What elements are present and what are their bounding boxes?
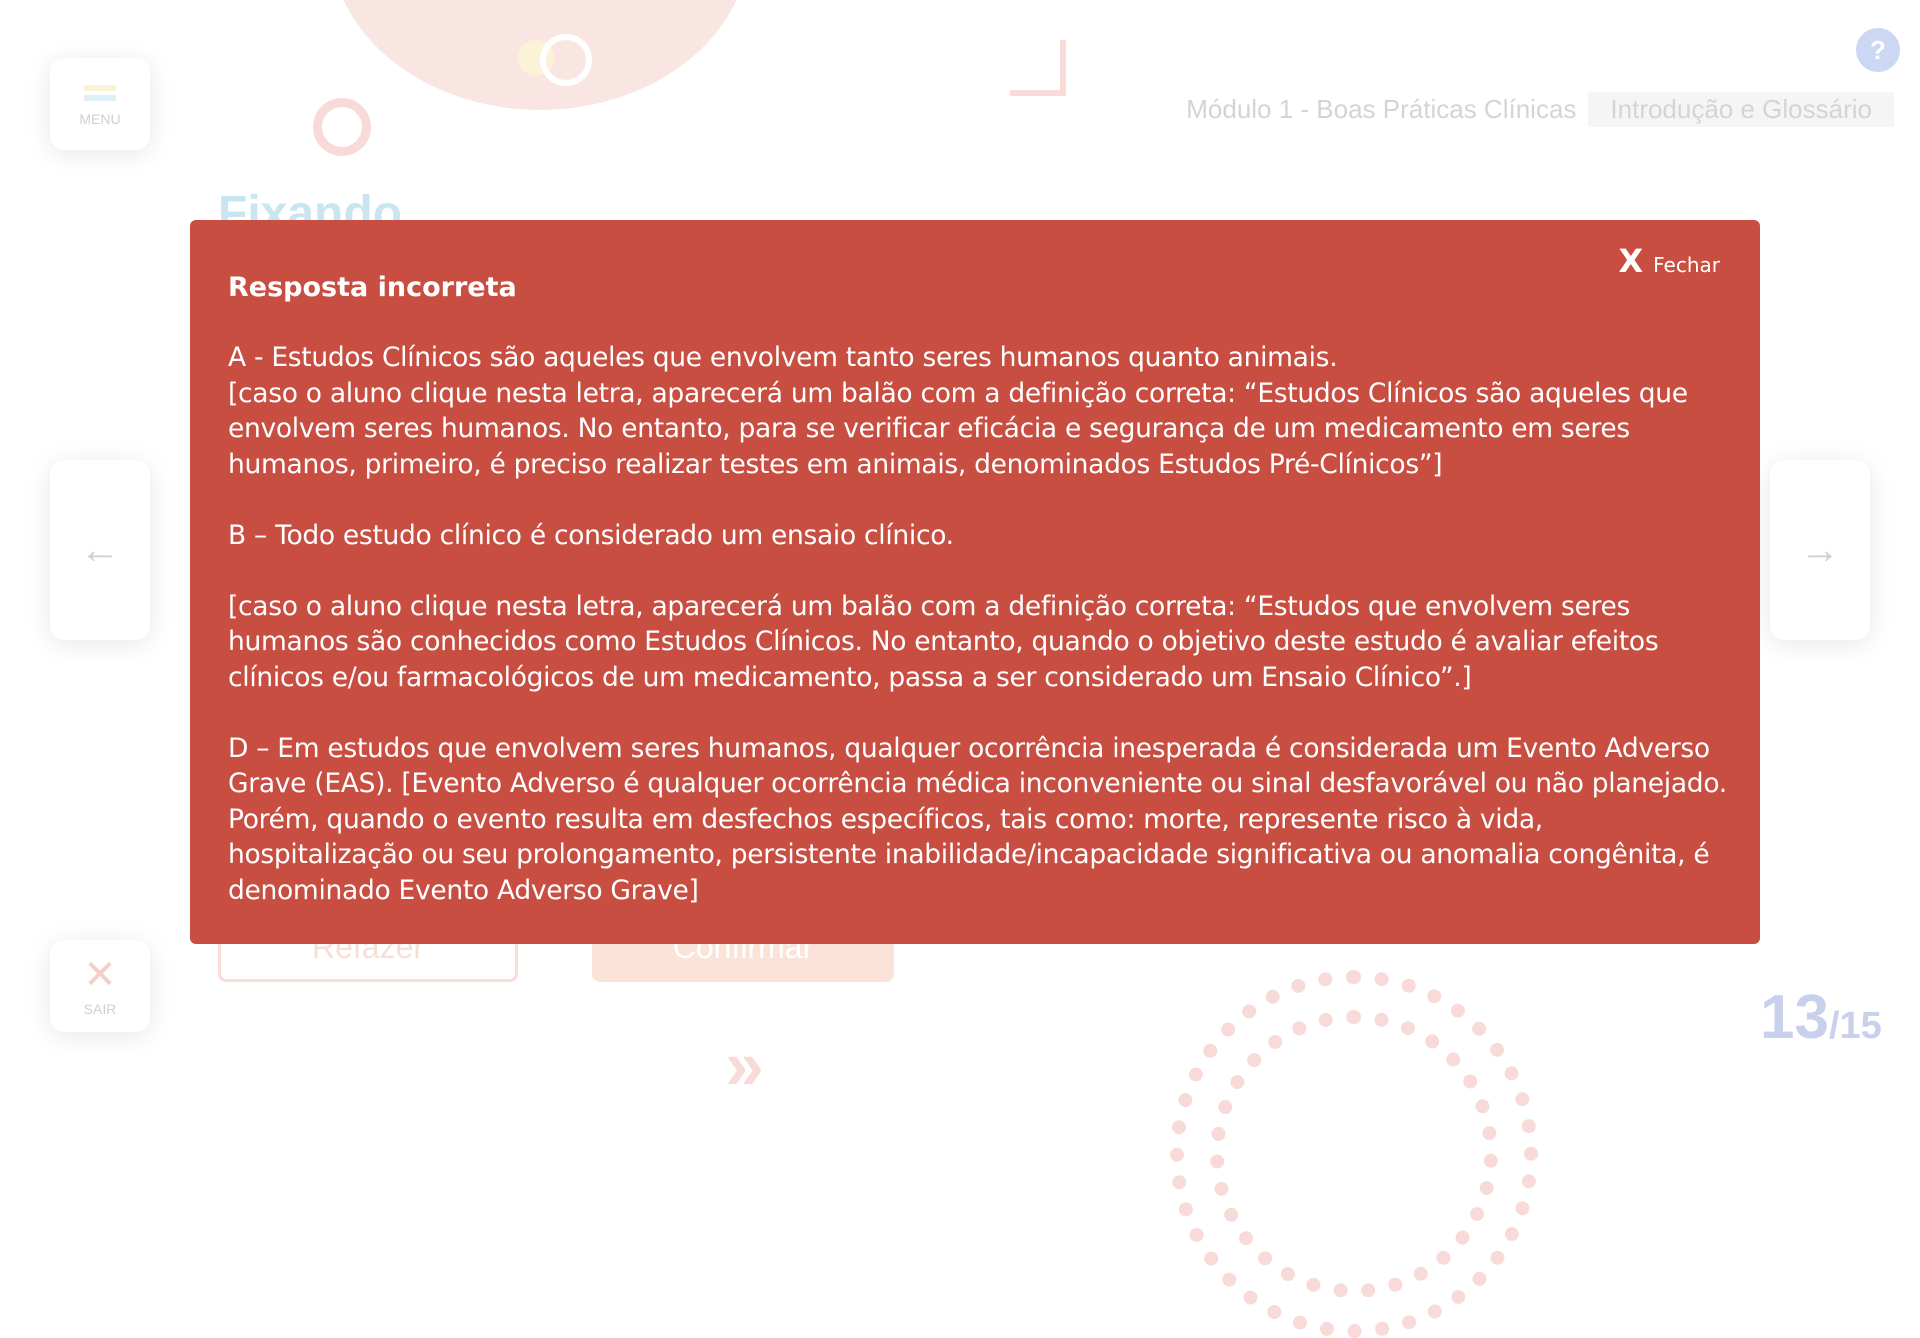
- breadcrumb: Módulo 1 - Boas Práticas Clínicas Introd…: [1186, 92, 1894, 127]
- arrow-right-icon: →: [1800, 527, 1840, 572]
- decorative-dotted-arc-inner: [1210, 1010, 1498, 1298]
- page-total: /15: [1828, 1005, 1882, 1047]
- menu-button[interactable]: MENU: [50, 58, 150, 150]
- page-current: 13: [1760, 983, 1829, 1052]
- close-icon: ✕: [83, 953, 117, 997]
- help-button[interactable]: ?: [1856, 28, 1900, 72]
- exit-label: SAIR: [83, 1001, 117, 1017]
- option-a: A - Estudos Clínicos são aqueles que env…: [228, 342, 1338, 374]
- exit-button[interactable]: ✕ SAIR: [50, 940, 150, 1032]
- modal-title: Resposta incorreta: [228, 272, 517, 303]
- option-b: B – Todo estudo clínico é considerado um…: [228, 519, 954, 551]
- option-d: D – Em estudos que envolvem seres humano…: [228, 732, 1727, 906]
- decorative-corner: [1010, 40, 1066, 96]
- decorative-ring-small: [313, 98, 371, 156]
- breadcrumb-module: Módulo 1 - Boas Práticas Clínicas: [1186, 94, 1577, 124]
- option-b-feedback: [caso o aluno clique nesta letra, aparec…: [228, 590, 1659, 693]
- menu-label: MENU: [79, 111, 121, 127]
- close-icon: X: [1618, 242, 1644, 280]
- prev-page-button[interactable]: ←: [50, 460, 150, 640]
- close-button[interactable]: X Fechar: [1618, 242, 1720, 280]
- option-a-feedback: [caso o aluno clique nesta letra, aparec…: [228, 377, 1688, 480]
- breadcrumb-section: Introdução e Glossário: [1588, 92, 1894, 127]
- decorative-chevrons: »: [725, 1026, 764, 1104]
- close-label: Fechar: [1653, 253, 1720, 277]
- feedback-modal: X Fechar Resposta incorreta A - Estudos …: [190, 220, 1760, 944]
- arrow-left-icon: ←: [80, 527, 120, 572]
- page-counter: 13/15: [1760, 982, 1882, 1053]
- decorative-ring: [540, 34, 592, 86]
- next-page-button[interactable]: →: [1770, 460, 1870, 640]
- menu-icon: [84, 81, 116, 105]
